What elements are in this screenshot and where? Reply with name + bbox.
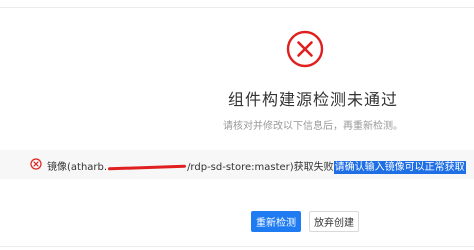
error-highlight-text: 请确认输入镜像可以正常获取 [333, 161, 466, 174]
error-small-icon [30, 158, 42, 170]
top-divider [0, 7, 474, 8]
redaction-mark [108, 164, 187, 170]
recheck-button[interactable]: 重新检测 [251, 211, 301, 232]
error-message-row: 镜像(atharb. /rdp-sd-store:master)获取失败请确认输入… [0, 150, 474, 179]
page-title: 组件构建源检测未通过 [227, 90, 398, 109]
bottom-divider [0, 246, 474, 247]
error-text-prefix: 镜像(atharb. [47, 162, 108, 173]
error-message: 镜像(atharb. /rdp-sd-store:master)获取失败请确认输入… [47, 158, 466, 174]
page-subtitle: 请核对并修改以下信息后，再重新检测。 [223, 121, 403, 132]
abandon-create-button[interactable]: 放弃创建 [309, 211, 359, 232]
error-circle-icon [286, 30, 324, 68]
error-text-suffix: /rdp-sd-store:master)获取失败 [187, 162, 334, 173]
